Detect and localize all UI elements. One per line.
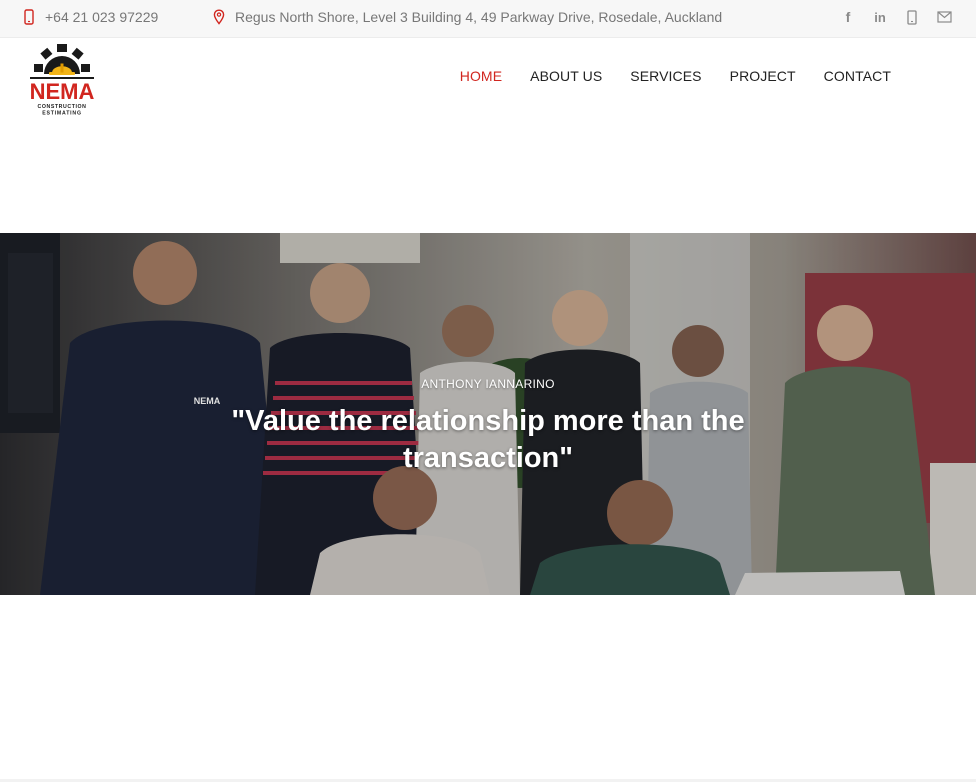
nav-about-us[interactable]: ABOUT US bbox=[530, 68, 602, 84]
nav-services[interactable]: SERVICES bbox=[630, 68, 701, 84]
linkedin-icon[interactable]: in bbox=[872, 9, 888, 25]
logo-wordmark: NEMA bbox=[30, 79, 95, 104]
facebook-icon[interactable]: f bbox=[840, 9, 856, 25]
nav-home[interactable]: HOME bbox=[460, 68, 502, 84]
phone-icon bbox=[22, 9, 36, 25]
mail-icon[interactable] bbox=[936, 9, 952, 25]
nav-project[interactable]: PROJECT bbox=[730, 68, 796, 84]
map-pin-icon bbox=[212, 9, 226, 25]
site-header: NEMA CONSTRUCTION ESTIMATING HOME ABOUT … bbox=[0, 38, 976, 122]
logo-line1: CONSTRUCTION bbox=[38, 104, 87, 110]
nav-contact[interactable]: CONTACT bbox=[824, 68, 891, 84]
mobile-icon[interactable] bbox=[904, 9, 920, 25]
phone-number: +64 21 023 97229 bbox=[45, 9, 159, 25]
hero-quote: "Value the relationship more than the tr… bbox=[231, 405, 745, 474]
address-text: Regus North Shore, Level 3 Building 4, 4… bbox=[235, 9, 723, 25]
nema-logo[interactable]: NEMA CONSTRUCTION ESTIMATING bbox=[22, 44, 102, 118]
top-info-bar: +64 21 023 97229 Regus North Shore, Leve… bbox=[0, 0, 976, 38]
phone-contact[interactable]: +64 21 023 97229 bbox=[22, 0, 158, 34]
hero-banner: NEMA ANTHONY IANNARINO "Value the relati… bbox=[0, 233, 976, 595]
main-nav: HOME ABOUT US SERVICES PROJECT CONTACT bbox=[460, 68, 891, 84]
address-contact: Regus North Shore, Level 3 Building 4, 4… bbox=[212, 0, 722, 34]
quote-author: ANTHONY IANNARINO bbox=[421, 377, 555, 391]
social-links: f in bbox=[840, 0, 952, 34]
logo-line2: ESTIMATING bbox=[42, 111, 82, 117]
